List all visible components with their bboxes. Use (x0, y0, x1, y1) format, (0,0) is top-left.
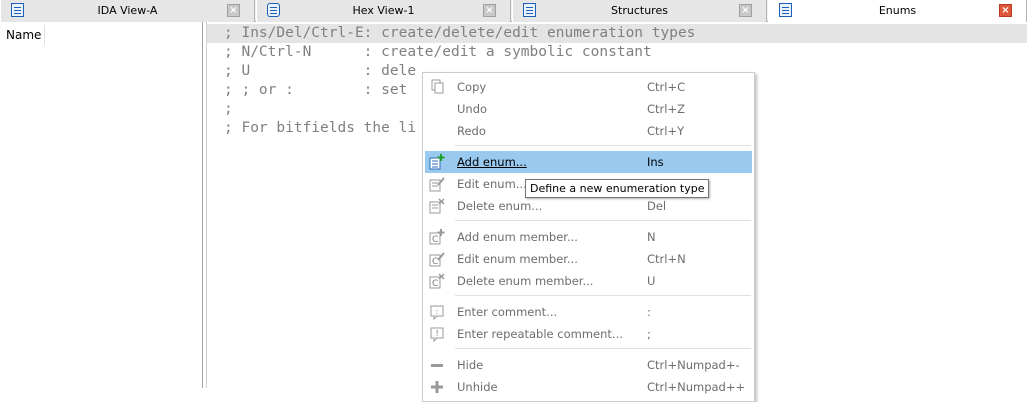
close-icon[interactable]: × (739, 4, 752, 17)
menu-item-label: Enter comment... (457, 305, 558, 319)
svg-text:!: ! (436, 329, 439, 338)
menu-item-label: Enter repeatable comment... (457, 327, 623, 341)
menu-item-shortcut: Ins (647, 155, 664, 169)
svg-text:C: C (432, 279, 438, 289)
delete-member-icon: C (429, 273, 445, 289)
edit-member-icon: C (429, 252, 445, 267)
listing-line[interactable]: ; Ins/Del/Ctrl-E: create/delete/edit enu… (207, 24, 1027, 43)
context-menu: Copy Ctrl+C Undo Ctrl+Z Redo Ctrl+Y Add … (422, 72, 755, 402)
tab-label: Hex View-1 (352, 4, 415, 17)
menu-item-label: Delete enum member... (457, 274, 594, 288)
copy-icon (431, 79, 444, 94)
tab-label: Structures (611, 4, 668, 17)
add-member-icon: C (429, 229, 445, 245)
hide-icon (431, 364, 443, 367)
menu-item-shortcut: Ctrl+N (647, 252, 686, 266)
menu-item-undo[interactable]: Undo Ctrl+Z (425, 98, 752, 120)
listing-icon (11, 3, 24, 17)
menu-separator (455, 145, 751, 146)
tab-label: Enums (878, 4, 917, 17)
close-icon[interactable]: × (483, 4, 496, 17)
menu-item-add-enum[interactable]: Add enum... Ins (425, 151, 752, 173)
menu-item-shortcut: Ctrl+C (647, 80, 686, 94)
svg-text:C: C (432, 257, 438, 267)
menu-item-label: Hide (457, 358, 484, 372)
tab-ida-view-a[interactable]: IDA View-A × (0, 0, 255, 22)
svg-text:C: C (432, 235, 438, 245)
menu-item-enter-repeatable-comment[interactable]: ! Enter repeatable comment... ; (425, 323, 752, 345)
menu-item-label: Add enum... (457, 155, 527, 169)
menu-item-unhide[interactable]: Unhide Ctrl+Numpad++ (425, 376, 752, 398)
repeatable-comment-icon: ! (430, 327, 444, 342)
menu-item-label: Unhide (457, 380, 498, 394)
menu-separator (455, 348, 751, 349)
tab-enums[interactable]: Enums × (768, 0, 1027, 22)
menu-item-label: Edit enum member... (457, 252, 578, 266)
menu-item-shortcut: ; (647, 327, 651, 341)
menu-item-delete-enum-member[interactable]: C Delete enum member... U (425, 270, 752, 292)
menu-item-shortcut: Ctrl+Z (647, 102, 685, 116)
comment-icon: : (430, 305, 444, 320)
tab-structures[interactable]: Structures × (512, 0, 767, 22)
menu-item-shortcut: U (647, 274, 656, 288)
menu-item-shortcut: Del (647, 199, 667, 213)
menu-item-label: Add enum member... (457, 230, 578, 244)
structure-icon (523, 3, 536, 17)
menu-item-label: Edit enum... (457, 177, 527, 191)
menu-item-add-enum-member[interactable]: C Add enum member... N (425, 226, 752, 248)
close-icon[interactable]: × (227, 4, 240, 17)
listing-line[interactable]: ; N/Ctrl-N : create/edit a symbolic cons… (207, 43, 1027, 62)
menu-separator (455, 220, 751, 221)
menu-item-label: Copy (457, 80, 487, 94)
menu-separator (455, 295, 751, 296)
menu-item-copy[interactable]: Copy Ctrl+C (425, 76, 752, 98)
menu-item-shortcut: Ctrl+Y (647, 124, 685, 138)
hex-icon (267, 3, 280, 17)
menu-item-enter-comment[interactable]: : Enter comment... : (425, 301, 752, 323)
name-column-header[interactable]: Name (2, 25, 45, 45)
menu-item-label: Undo (457, 102, 488, 116)
menu-item-shortcut: : (647, 305, 651, 319)
unhide-icon (431, 381, 443, 393)
delete-enum-icon (429, 198, 445, 214)
tab-bar: IDA View-A × Hex View-1 × Structures × E… (0, 0, 1027, 22)
menu-item-delete-enum[interactable]: Delete enum... Del (425, 195, 752, 217)
tab-label: IDA View-A (97, 4, 158, 17)
menu-item-edit-enum-member[interactable]: C Edit enum member... Ctrl+N (425, 248, 752, 270)
add-enum-icon (429, 154, 445, 170)
menu-item-shortcut: Ctrl+Numpad++ (647, 380, 746, 394)
tab-hex-view-1[interactable]: Hex View-1 × (256, 0, 511, 22)
menu-item-label: Redo (457, 124, 486, 138)
menu-item-label: Delete enum... (457, 199, 543, 213)
enum-name-panel: Name (0, 22, 203, 388)
menu-item-hide[interactable]: Hide Ctrl+Numpad+- (425, 354, 752, 376)
svg-text::: : (436, 307, 439, 316)
edit-enum-icon (429, 177, 445, 192)
enum-icon (779, 3, 792, 17)
menu-item-redo[interactable]: Redo Ctrl+Y (425, 120, 752, 142)
menu-item-shortcut: N (647, 230, 656, 244)
menu-item-shortcut: Ctrl+Numpad+- (647, 358, 740, 372)
tooltip: Define a new enumeration type (525, 179, 710, 198)
close-icon[interactable]: × (999, 4, 1012, 17)
